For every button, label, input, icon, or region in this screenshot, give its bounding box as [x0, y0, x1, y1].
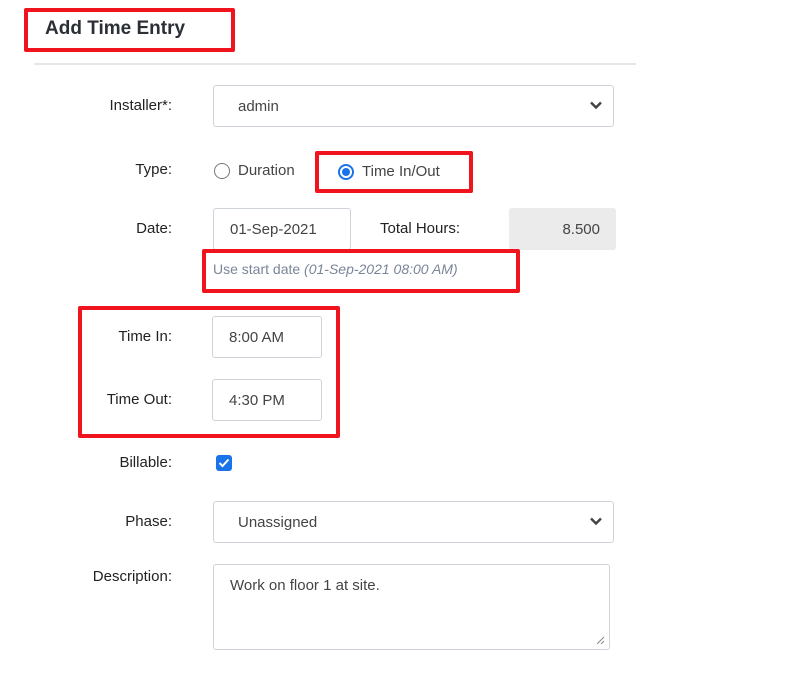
- description-label: Description:: [92, 568, 172, 585]
- total-hours-field: 8.500: [509, 208, 616, 250]
- use-start-date-text: Use start date: [213, 261, 301, 277]
- resize-grip-icon[interactable]: [596, 636, 605, 645]
- time-out-value: 4:30 PM: [229, 391, 285, 409]
- phase-select[interactable]: Unassigned: [213, 501, 614, 543]
- type-label: Type:: [135, 161, 172, 178]
- time-in-label: Time In:: [118, 328, 172, 345]
- total-hours-label: Total Hours:: [380, 220, 461, 237]
- phase-label: Phase:: [125, 513, 172, 530]
- use-start-date-link[interactable]: Use start date (01-Sep-2021 08:00 AM): [213, 261, 458, 277]
- use-start-date-value: (01-Sep-2021 08:00 AM): [304, 261, 458, 277]
- time-out-label: Time Out:: [106, 391, 172, 408]
- installer-label: Installer*:: [109, 97, 172, 114]
- date-value: 01-Sep-2021: [230, 220, 317, 238]
- time-in-value: 8:00 AM: [229, 328, 285, 346]
- installer-value: admin: [238, 97, 279, 115]
- total-hours-value: 8.500: [562, 220, 600, 238]
- time-in-out-radio-label[interactable]: Time In/Out: [362, 163, 440, 180]
- billable-checkbox[interactable]: [216, 455, 232, 471]
- description-value: Work on floor 1 at site.: [230, 577, 380, 594]
- duration-radio[interactable]: [214, 163, 230, 179]
- checkmark-icon: [218, 458, 230, 468]
- chevron-down-icon: [590, 101, 602, 110]
- time-out-input[interactable]: 4:30 PM: [212, 379, 322, 421]
- divider: [34, 63, 636, 65]
- installer-select[interactable]: admin: [213, 85, 614, 127]
- time-in-input[interactable]: 8:00 AM: [212, 316, 322, 358]
- billable-label: Billable:: [119, 454, 172, 471]
- phase-value: Unassigned: [238, 513, 318, 531]
- date-input[interactable]: 01-Sep-2021: [213, 208, 351, 250]
- time-in-out-radio[interactable]: [338, 164, 354, 180]
- duration-radio-label[interactable]: Duration: [238, 162, 295, 179]
- chevron-down-icon: [590, 517, 602, 526]
- page-title: Add Time Entry: [45, 18, 186, 39]
- date-label: Date:: [136, 220, 172, 237]
- description-textarea[interactable]: Work on floor 1 at site.: [213, 564, 610, 650]
